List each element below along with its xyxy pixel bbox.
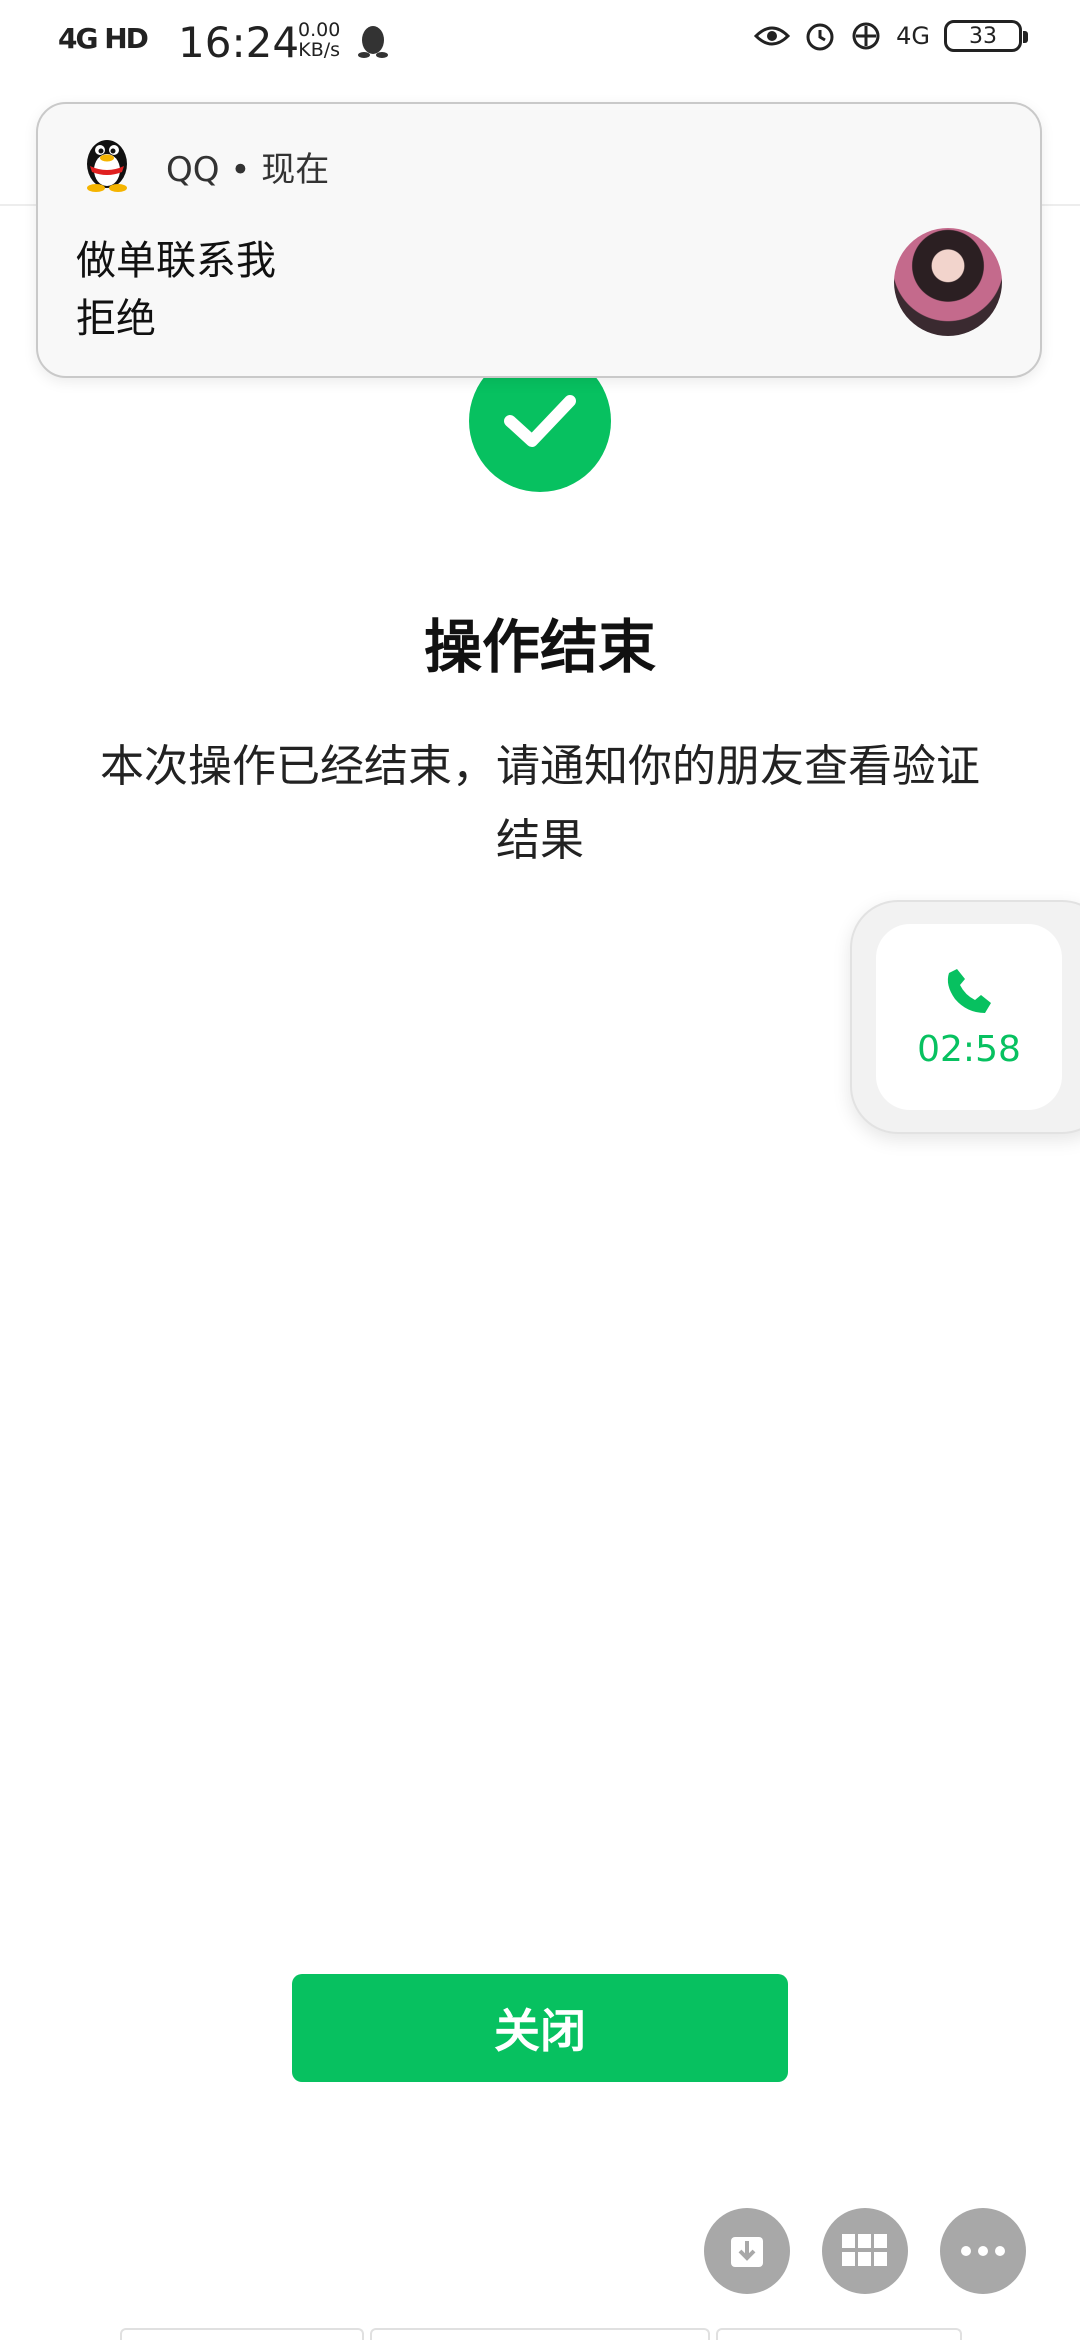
location-icon	[852, 22, 880, 50]
phone-icon	[947, 968, 991, 1013]
status-bar: 4G HD 16:24 0.00 KB/s 4G 33	[0, 0, 1080, 80]
battery-level: 33	[969, 23, 997, 49]
more-icon	[961, 2246, 1005, 2256]
bottom-tab[interactable]	[370, 2328, 710, 2340]
bottom-tab[interactable]	[120, 2328, 364, 2340]
call-timer: 02:58	[917, 1028, 1021, 1070]
floating-call-card[interactable]: 02:58	[876, 924, 1062, 1110]
battery-indicator: 33	[944, 20, 1028, 52]
grid-button[interactable]	[822, 2208, 908, 2294]
notification-app-label: QQ • 现在	[166, 150, 330, 190]
network-speed-unit: KB/s	[298, 39, 341, 61]
alarm-icon	[806, 23, 834, 51]
close-button[interactable]: 关闭	[292, 1974, 788, 2082]
signal-indicator: 4G HD	[58, 22, 149, 55]
notification-title: 做单联系我	[76, 238, 276, 284]
download-button[interactable]	[704, 2208, 790, 2294]
page-title: 操作结束	[423, 613, 656, 681]
qq-penguin-icon	[87, 140, 127, 192]
status-right-icons: 4G 33	[754, 20, 1028, 52]
grid-icon	[842, 2234, 887, 2266]
more-button[interactable]	[940, 2208, 1026, 2294]
avatar	[894, 228, 1002, 336]
eye-icon	[754, 26, 791, 46]
network-type: 4G	[896, 22, 930, 50]
status-time: 16:24	[178, 18, 300, 67]
bottom-tab[interactable]	[716, 2328, 962, 2340]
floating-call-window[interactable]: 02:58	[850, 900, 1080, 1134]
qq-notification[interactable]: QQ • 现在 做单联系我 拒绝	[36, 102, 1042, 378]
bottom-tab-strip	[120, 2328, 962, 2340]
notification-body: 拒绝	[76, 296, 156, 342]
network-speed-value: 0.00	[298, 19, 341, 41]
network-speed: 0.00 KB/s	[298, 20, 340, 60]
result-description: 本次操作已经结束，请通知你的朋友查看验证结果	[100, 741, 980, 866]
checkmark-icon	[504, 395, 576, 447]
qq-penguin-icon	[358, 26, 388, 58]
download-icon	[731, 2237, 763, 2267]
